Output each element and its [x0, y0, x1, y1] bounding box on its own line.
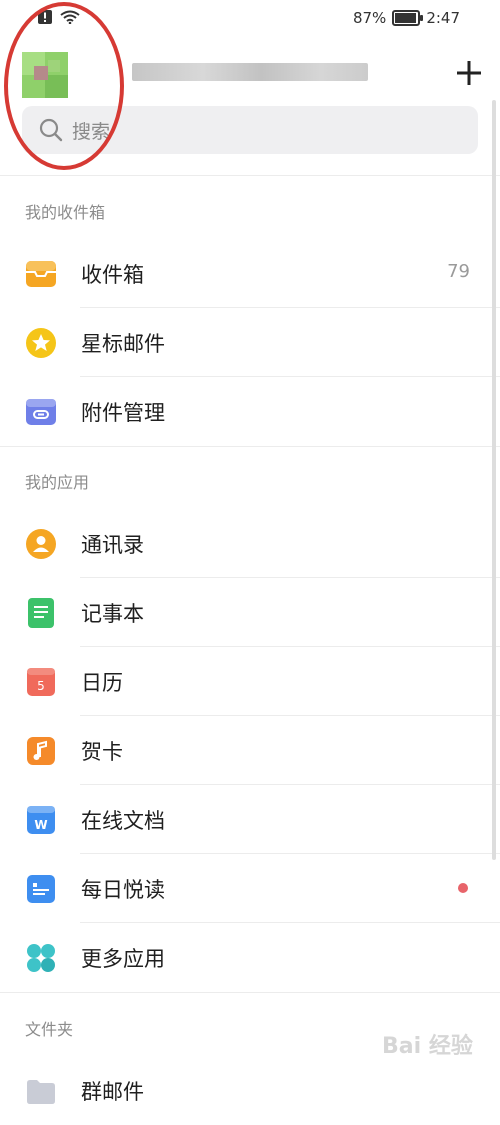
search-placeholder: 搜索: [72, 120, 111, 143]
more-apps-icon: [27, 944, 55, 972]
item-label: 在线文档: [81, 809, 165, 833]
calendar-icon: 5: [27, 668, 55, 696]
search-bar[interactable]: 搜索: [22, 106, 478, 154]
clock: 2:47: [426, 9, 460, 27]
item-label: 通讯录: [81, 533, 144, 557]
add-icon[interactable]: [450, 54, 488, 92]
scrollbar[interactable]: [492, 100, 496, 860]
section-title-apps: 我的应用: [25, 473, 90, 492]
section-title-mailbox: 我的收件箱: [25, 203, 106, 222]
list-item-online-doc[interactable]: W 在线文档: [0, 785, 500, 854]
account-name[interactable]: [132, 63, 368, 81]
search-icon: [39, 118, 63, 142]
daily-read-icon: [27, 875, 55, 903]
battery-percent: 87%: [352, 9, 387, 27]
list-item-inbox[interactable]: 收件箱 79: [0, 239, 500, 308]
list-item-more-apps[interactable]: 更多应用: [0, 923, 500, 992]
section-title-folders: 文件夹: [25, 1020, 74, 1039]
divider: [0, 992, 500, 993]
divider: [0, 175, 500, 176]
inbox-icon: [26, 261, 56, 287]
star-icon: [26, 328, 56, 358]
attachment-icon: [26, 399, 56, 425]
list-item-starred[interactable]: 星标邮件: [0, 308, 500, 377]
notebook-icon: [28, 598, 54, 628]
list-item-notebook[interactable]: 记事本: [0, 578, 500, 647]
list-item-greeting-card[interactable]: 贺卡: [0, 716, 500, 785]
item-label: 贺卡: [81, 740, 123, 764]
item-label: 每日悦读: [81, 878, 165, 902]
item-label: 记事本: [81, 602, 144, 626]
list-item-calendar[interactable]: 5 日历: [0, 647, 500, 716]
unread-count: 79: [447, 261, 470, 282]
wifi-icon: [60, 10, 80, 24]
folder-icon: [27, 1080, 55, 1104]
item-label: 群邮件: [81, 1080, 144, 1104]
item-label: 星标邮件: [81, 332, 165, 356]
status-bar: 87% 2:47: [0, 0, 500, 40]
list-item-contacts[interactable]: 通讯录: [0, 509, 500, 578]
new-dot-badge: [458, 883, 468, 893]
item-label: 更多应用: [81, 947, 165, 971]
item-label: 附件管理: [81, 401, 165, 425]
calendar-day: 5: [37, 679, 45, 693]
greeting-card-icon: [27, 737, 55, 765]
doc-letter: W: [34, 818, 47, 832]
list-item-group-mail[interactable]: 群邮件: [0, 1056, 500, 1125]
item-label: 日历: [81, 671, 123, 695]
online-doc-icon: W: [27, 806, 55, 834]
avatar[interactable]: [22, 52, 68, 98]
list-item-attachments[interactable]: 附件管理: [0, 377, 500, 446]
item-label: 收件箱: [81, 263, 144, 287]
alert-icon: [38, 10, 52, 24]
battery-icon: [392, 10, 424, 26]
divider: [0, 446, 500, 447]
contacts-icon: [26, 529, 56, 559]
list-item-daily-read[interactable]: 每日悦读: [0, 854, 500, 923]
watermark: Bai 经验: [382, 1034, 473, 1059]
